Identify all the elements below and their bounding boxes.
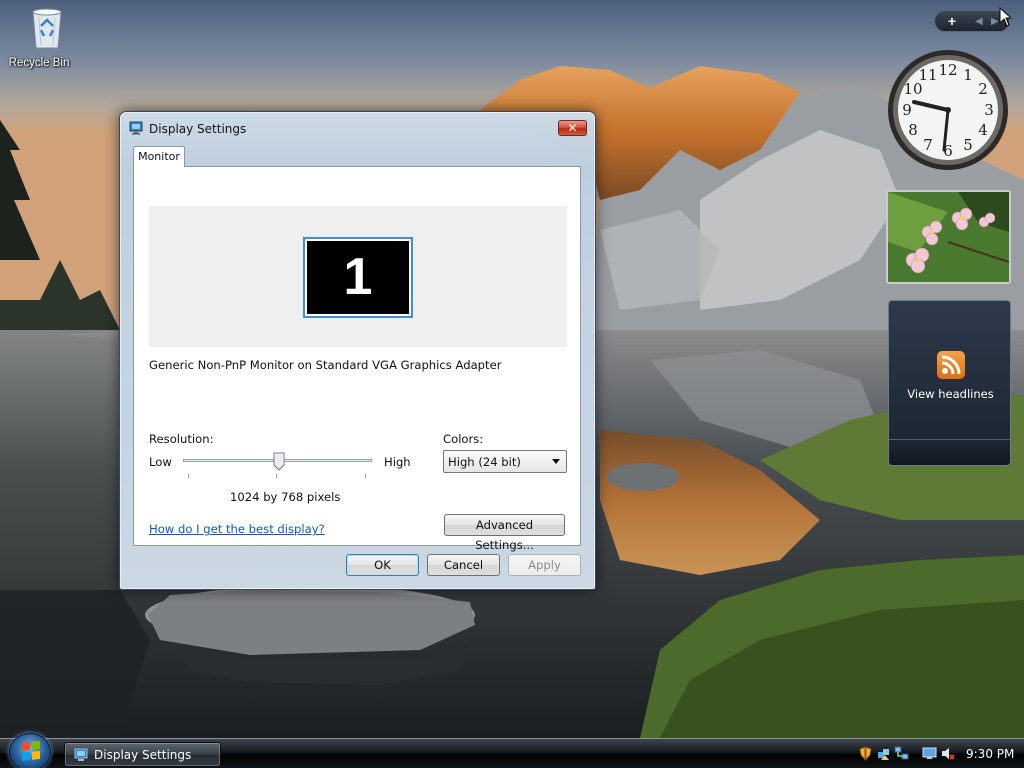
monitor-number: 1 (307, 241, 409, 314)
view-headlines-label[interactable]: View headlines (889, 387, 1012, 401)
svg-text:8: 8 (908, 121, 918, 139)
svg-text:1: 1 (963, 66, 973, 84)
colors-selected-value: High (24 bit) (448, 455, 521, 469)
cancel-button[interactable]: Cancel (427, 554, 500, 576)
monitor-name-label: Generic Non-PnP Monitor on Standard VGA … (149, 358, 502, 372)
network-icon[interactable] (894, 746, 909, 761)
slideshow-gadget[interactable] (886, 190, 1011, 284)
recycle-bin-label: Recycle Bin (8, 57, 70, 69)
slider-tick (365, 474, 366, 478)
monitor-tab-panel: 1 Generic Non-PnP Monitor on Standard VG… (133, 166, 581, 552)
display-tray-icon[interactable] (922, 746, 937, 761)
close-icon: ✕ (567, 121, 578, 135)
display-settings-icon (74, 748, 88, 761)
svg-text:2: 2 (978, 80, 988, 98)
resolution-slider-thumb[interactable] (273, 452, 285, 471)
taskbar-item-display-settings[interactable]: Display Settings (64, 742, 221, 767)
svg-text:4: 4 (978, 121, 988, 139)
shield-icon[interactable] (858, 746, 873, 761)
taskbar: Display Settings 9:30 PM (0, 738, 1024, 768)
start-button[interactable] (9, 733, 51, 768)
clock-gadget[interactable]: 12 1 2 345 678 9 10 11 (886, 46, 1010, 174)
resolution-label: Resolution: (149, 432, 214, 446)
tab-monitor[interactable]: Monitor (133, 146, 185, 167)
apply-button: Apply (508, 554, 581, 576)
taskbar-item-label: Display Settings (94, 748, 192, 762)
svg-text:5: 5 (963, 136, 973, 154)
monitor-1-selector[interactable]: 1 (303, 237, 413, 318)
best-display-help-link[interactable]: How do I get the best display? (149, 522, 325, 536)
resolution-value: 1024 by 768 pixels (230, 490, 341, 504)
window-title: Display Settings (149, 122, 247, 136)
slider-tick (276, 474, 277, 478)
close-button[interactable]: ✕ (558, 120, 587, 136)
taskbar-clock[interactable]: 9:30 PM (966, 747, 1014, 761)
start-orb-icon (22, 740, 40, 761)
svg-text:11: 11 (918, 66, 937, 84)
mouse-cursor-icon (999, 7, 1013, 27)
colors-dropdown[interactable]: High (24 bit) (443, 450, 567, 473)
rss-feed-icon (937, 351, 965, 379)
colors-label: Colors: (443, 432, 484, 446)
ok-button[interactable]: OK (346, 554, 419, 576)
chevron-down-icon (552, 459, 560, 464)
network-warning-icon[interactable] (876, 746, 891, 761)
system-tray: 9:30 PM (856, 742, 1022, 767)
slider-tick (188, 474, 189, 478)
analog-clock-icon: 12 12 345 678 91011 (888, 50, 1008, 170)
svg-text:9: 9 (902, 101, 912, 119)
next-gadgets-icon[interactable]: ▶ (991, 13, 999, 31)
display-settings-icon (129, 121, 143, 135)
feed-gadget-footer (889, 439, 1010, 465)
svg-text:7: 7 (923, 136, 933, 154)
resolution-high-label: High (384, 455, 411, 469)
recycle-bin-shortcut[interactable]: Recycle Bin (4, 2, 74, 69)
volume-muted-icon[interactable] (940, 746, 955, 761)
add-gadget-button[interactable]: + (941, 12, 963, 30)
feed-headlines-gadget[interactable]: View headlines (888, 300, 1011, 466)
svg-text:12: 12 (938, 61, 957, 79)
flower-photo (888, 192, 1009, 282)
monitor-layout-area: 1 (149, 206, 567, 347)
resolution-low-label: Low (149, 455, 172, 469)
svg-text:3: 3 (984, 101, 994, 119)
previous-gadgets-icon[interactable]: ◀ (975, 13, 983, 31)
recycle-bin-icon (31, 8, 62, 49)
advanced-settings-button[interactable]: Advanced Settings... (444, 514, 565, 552)
